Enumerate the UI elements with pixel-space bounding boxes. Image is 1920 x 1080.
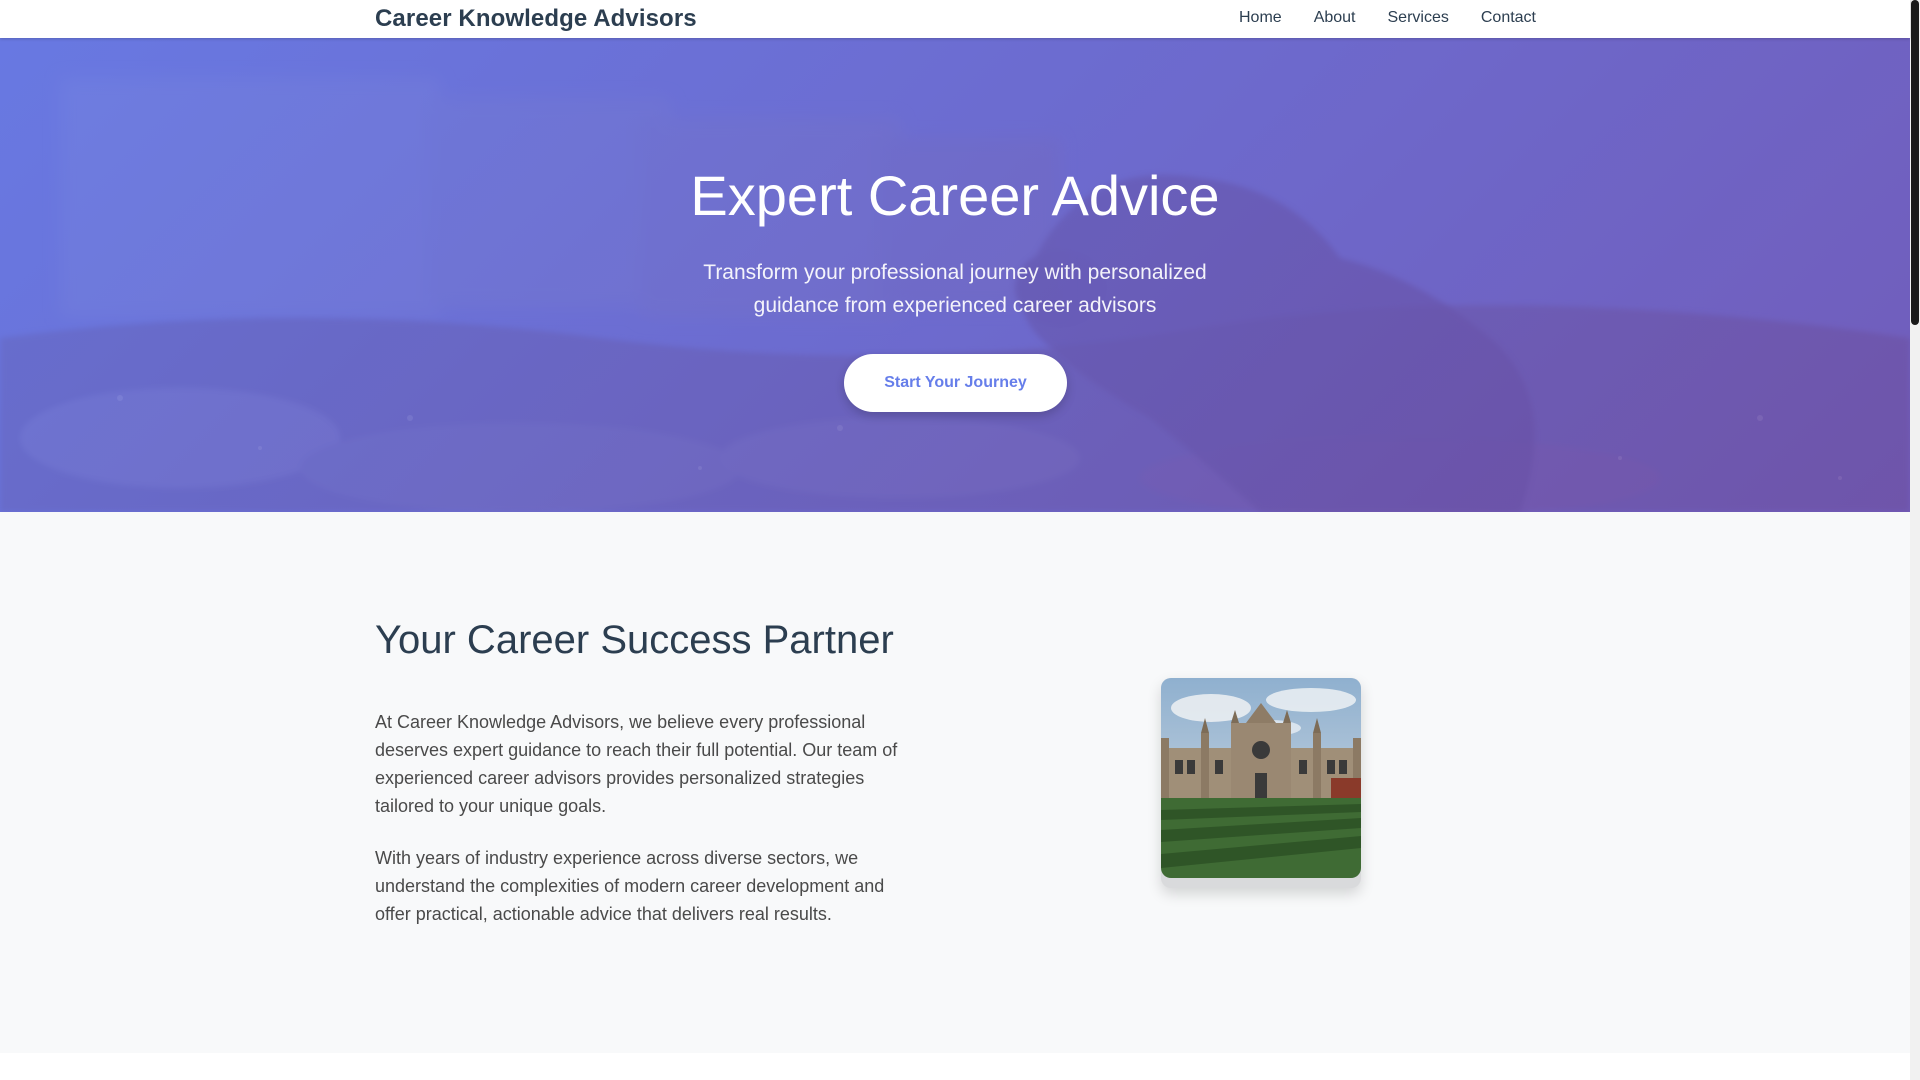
about-image-frame — [1161, 678, 1361, 888]
start-journey-button[interactable]: Start Your Journey — [844, 354, 1067, 412]
about-image — [1161, 678, 1361, 878]
hero-subtitle: Transform your professional journey with… — [703, 261, 1207, 317]
hero-section: Expert Career Advice Transform your prof… — [0, 38, 1910, 512]
page: Career Knowledge Advisors Home About Ser… — [0, 0, 1920, 1080]
about-section: Your Career Success Partner At Career Kn… — [0, 512, 1910, 1053]
nav-link-services[interactable]: Services — [1388, 9, 1449, 27]
about-paragraph-2: With years of industry experience across… — [375, 848, 885, 924]
nav-link-contact[interactable]: Contact — [1481, 9, 1536, 27]
brand-logo[interactable]: Career Knowledge Advisors — [375, 5, 697, 33]
navbar: Career Knowledge Advisors Home About Ser… — [0, 0, 1910, 38]
about-title: Your Career Success Partner — [375, 618, 894, 662]
nav-link-about[interactable]: About — [1314, 9, 1356, 27]
college-building-image — [1161, 678, 1361, 878]
hero-title: Expert Career Advice — [690, 164, 1220, 227]
nav-link-home[interactable]: Home — [1239, 9, 1282, 27]
nav-links: Home About Services Contact — [1239, 9, 1536, 27]
scrollbar-thumb[interactable] — [1911, 0, 1919, 325]
about-paragraph-1: At Career Knowledge Advisors, we believe… — [375, 712, 898, 816]
